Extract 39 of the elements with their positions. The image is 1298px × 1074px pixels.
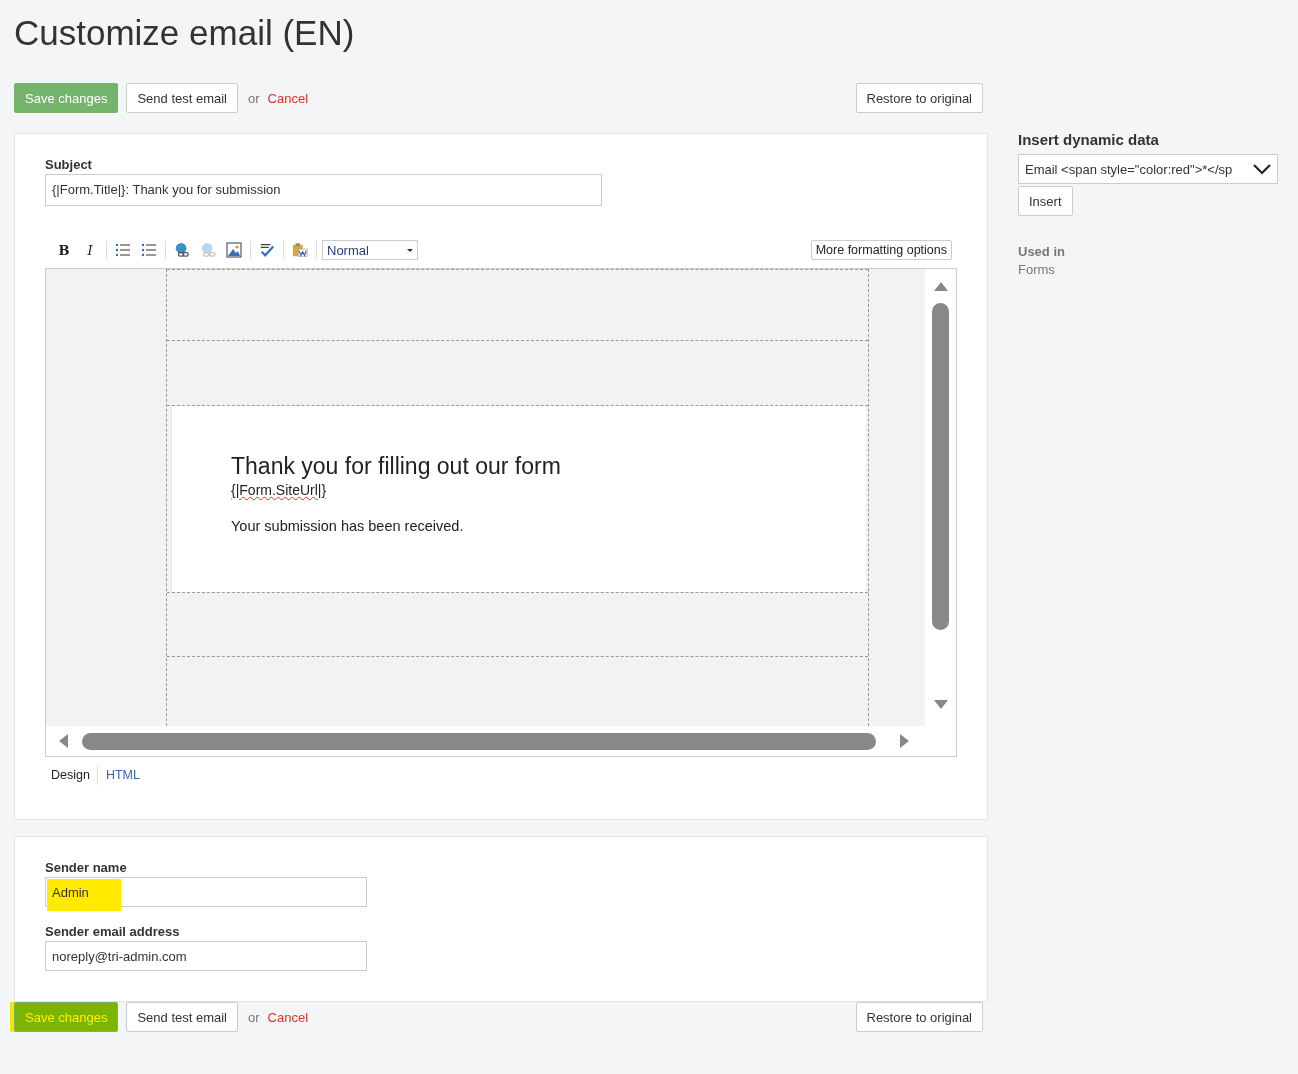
send-test-email-button[interactable]: Send test email — [126, 1002, 238, 1032]
scroll-up-icon[interactable] — [933, 281, 948, 291]
italic-button[interactable]: I — [80, 241, 100, 259]
chevron-down-icon[interactable] — [1253, 163, 1271, 175]
bulleted-list-icon[interactable] — [139, 241, 159, 259]
used-in-label: Used in — [1018, 244, 1066, 259]
bold-button[interactable]: B — [54, 241, 74, 259]
scroll-left-icon[interactable] — [58, 734, 68, 748]
scroll-down-icon[interactable] — [933, 700, 948, 710]
insert-button[interactable]: Insert — [1018, 186, 1073, 216]
email-heading: Thank you for filling out our form — [231, 452, 562, 480]
or-text: or — [248, 1009, 260, 1025]
format-dropdown[interactable]: Normal — [322, 240, 418, 260]
field-label: Subject — [45, 156, 93, 174]
subject-field[interactable]: {|Form.Title|}: Thank you for submission — [45, 174, 602, 206]
vertical-scrollbar[interactable] — [925, 269, 956, 726]
email-body-text: Your submission has been received. — [231, 518, 465, 534]
or-text: or — [248, 90, 260, 106]
field-label: Sender name — [45, 859, 128, 877]
used-in-value: Forms — [1018, 262, 1056, 277]
paste-word-icon[interactable] — [290, 241, 310, 259]
scrollbar-thumb[interactable] — [932, 303, 950, 630]
section-heading: Insert dynamic data — [1018, 131, 1160, 148]
restore-button[interactable]: Restore to original — [855, 1002, 983, 1032]
text-field[interactable]: noreply@tri-admin.com — [45, 941, 367, 971]
scrollbar-thumb[interactable] — [82, 732, 876, 750]
send-test-email-button[interactable]: Send test email — [126, 83, 238, 113]
image-icon[interactable] — [224, 241, 244, 259]
more-formatting-button[interactable]: More formatting options — [810, 240, 952, 260]
editor-mode-tab[interactable]: HTML — [105, 765, 147, 785]
dynamic-data-select[interactable]: Email <span style="color:red">*</sp — [1018, 154, 1278, 184]
editor-mode-tab[interactable]: Design — [51, 765, 98, 785]
restore-button[interactable]: Restore to original — [855, 83, 983, 113]
cancel-link[interactable]: Cancel — [267, 90, 309, 106]
page-title: Customize email (EN) — [14, 12, 355, 54]
misspelled-text: {|Form.SiteUrl|} — [231, 482, 327, 498]
scroll-right-icon[interactable] — [900, 734, 910, 748]
field-label: Sender email address — [45, 923, 181, 941]
cancel-link[interactable]: Cancel — [267, 1009, 309, 1025]
